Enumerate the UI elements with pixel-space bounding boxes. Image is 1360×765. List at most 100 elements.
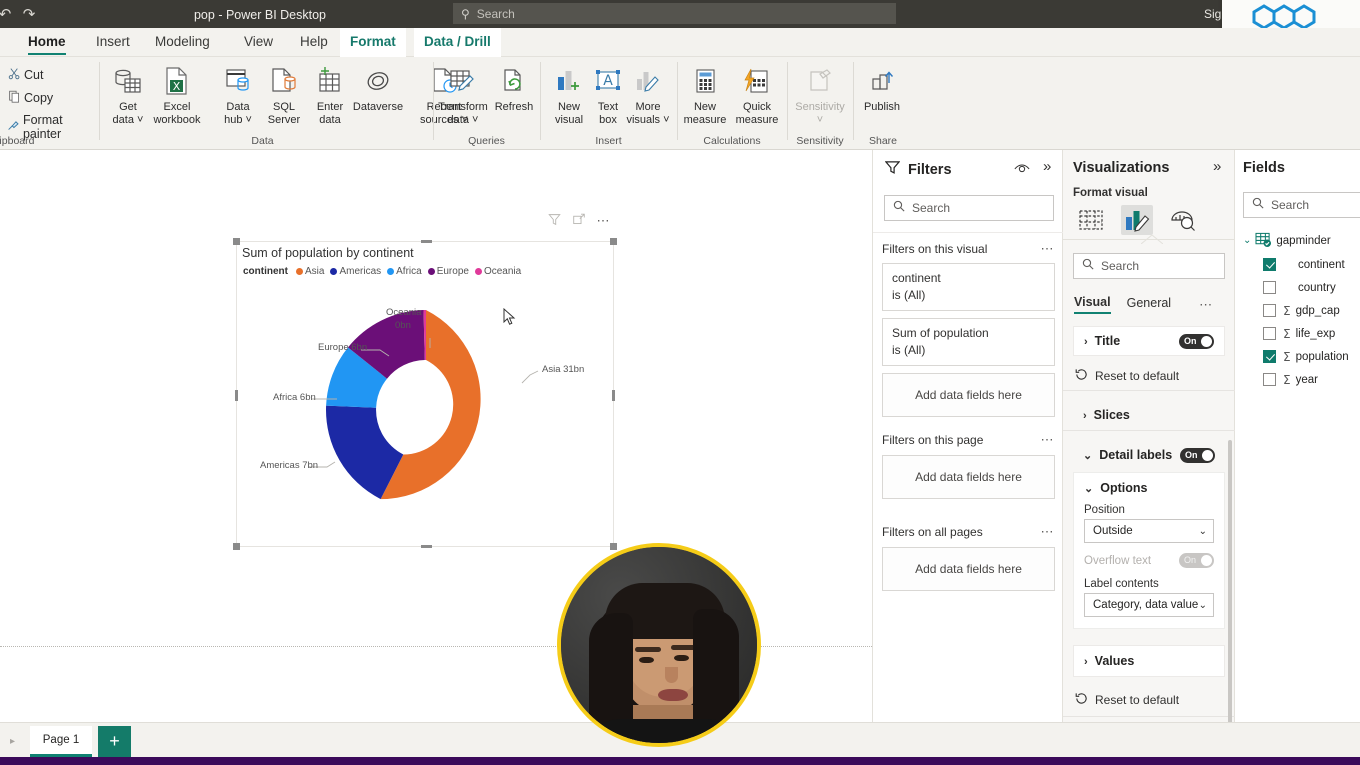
filter-icon[interactable] — [547, 213, 561, 231]
filter-card-continent[interactable]: continent is (All) — [882, 263, 1055, 311]
filters-page-menu-icon[interactable]: ⋯ — [1041, 432, 1056, 448]
sigma-icon: Σ — [1283, 372, 1291, 387]
queries-group-label: Queries — [468, 135, 505, 147]
format-section-title[interactable]: › Title On — [1073, 326, 1225, 356]
add-page-button[interactable]: + — [98, 726, 131, 757]
reset-to-default-detail-labels[interactable]: Reset to default — [1075, 692, 1179, 708]
resize-handle-tr[interactable] — [610, 238, 617, 245]
tab-visual[interactable]: Visual — [1074, 295, 1111, 314]
tab-help[interactable]: Help — [290, 28, 338, 57]
search-icon — [893, 199, 905, 217]
resize-handle-right[interactable] — [612, 390, 615, 401]
format-section-detail-labels[interactable]: ⌄ Detail labels On — [1073, 440, 1225, 470]
field-row-continent[interactable]: continent — [1263, 253, 1345, 276]
resize-handle-left[interactable] — [235, 390, 238, 401]
filters-visual-dropzone[interactable]: Add data fields here — [882, 373, 1055, 417]
resize-handle-top[interactable] — [421, 240, 432, 243]
redo-icon[interactable]: ↷ — [20, 5, 38, 23]
tab-modeling[interactable]: Modeling — [145, 28, 220, 57]
format-visual-icon[interactable] — [1121, 205, 1153, 235]
field-row-population[interactable]: Σ population — [1263, 345, 1349, 368]
field-checkbox-life-exp[interactable] — [1263, 327, 1276, 340]
field-checkbox-country[interactable] — [1263, 281, 1276, 294]
legend-item-asia[interactable]: Asia — [296, 266, 324, 277]
visualizations-search-input[interactable]: Search — [1073, 253, 1225, 279]
collapse-visualizations-icon[interactable]: » — [1213, 158, 1221, 175]
tab-data-drill[interactable]: Data / Drill — [414, 28, 501, 57]
visualizations-pane-scrollbar[interactable] — [1228, 440, 1232, 740]
resize-handle-tl[interactable] — [233, 238, 240, 245]
copy-button[interactable]: Copy — [4, 90, 53, 106]
undo-icon[interactable]: ↶ — [0, 5, 14, 23]
legend-item-africa[interactable]: Africa — [387, 266, 422, 277]
fields-table-gapminder[interactable]: ⌄ gapminder — [1243, 229, 1331, 252]
page-tab-page-1[interactable]: Page 1 — [30, 726, 92, 757]
chevron-right-icon[interactable]: ▸ — [10, 736, 15, 747]
format-section-slices[interactable]: › Slices — [1073, 400, 1225, 430]
format-tabs-menu-icon[interactable]: ⋯ — [1199, 297, 1214, 313]
resize-handle-bl[interactable] — [233, 543, 240, 550]
new-measure-label1: New — [693, 101, 716, 113]
tab-view[interactable]: View — [234, 28, 283, 57]
sign-in-button[interactable]: Sig — [1204, 7, 1221, 21]
field-checkbox-population[interactable] — [1263, 350, 1276, 363]
overflow-text-toggle[interactable]: On — [1179, 553, 1214, 568]
detail-labels-toggle[interactable]: On — [1180, 447, 1215, 463]
format-section-values[interactable]: › Values — [1073, 645, 1225, 677]
cut-button[interactable]: Cut — [4, 67, 43, 83]
tab-general[interactable]: General — [1127, 296, 1171, 313]
options-subsection[interactable]: ⌄ Options — [1084, 481, 1214, 495]
transform-data-button[interactable]: Transform data ˅ — [434, 63, 492, 126]
focus-mode-icon[interactable] — [572, 213, 586, 231]
analytics-icon[interactable] — [1167, 205, 1199, 235]
dataverse-button[interactable]: Dataverse — [343, 63, 413, 114]
filters-all-pages-menu-icon[interactable]: ⋯ — [1041, 524, 1056, 540]
field-row-gdp-cap[interactable]: Σ gdp_cap — [1263, 299, 1340, 322]
legend-item-americas[interactable]: Americas — [330, 266, 381, 277]
excel-workbook-button[interactable]: X Excel workbook — [146, 63, 208, 126]
publish-button[interactable]: Publish — [854, 63, 910, 114]
field-row-country[interactable]: country — [1263, 276, 1336, 299]
refresh-button[interactable]: Refresh — [488, 63, 540, 114]
quick-measure-button[interactable]: Quick measure — [730, 63, 784, 126]
filters-visual-menu-icon[interactable]: ⋯ — [1041, 241, 1056, 257]
field-checkbox-gdp-cap[interactable] — [1263, 304, 1276, 317]
field-row-life-exp[interactable]: Σ life_exp — [1263, 322, 1335, 345]
resize-handle-bottom[interactable] — [421, 545, 432, 548]
calculations-group-label: Calculations — [703, 135, 761, 147]
ribbon-tab-strip: Home Insert Modeling View Help Format Da… — [0, 28, 1360, 57]
position-dropdown[interactable]: Outside ⌄ — [1084, 519, 1214, 543]
field-row-year[interactable]: Σ year — [1263, 368, 1318, 391]
field-checkbox-continent[interactable] — [1263, 258, 1276, 271]
legend-item-oceania[interactable]: Oceania — [474, 266, 521, 277]
filters-page-dropzone[interactable]: Add data fields here — [882, 455, 1055, 499]
filters-page-section-label: Filters on this page — [882, 433, 984, 447]
more-options-icon[interactable]: ⋯ — [597, 213, 612, 231]
tab-format[interactable]: Format — [340, 28, 406, 57]
filters-all-pages-dropzone[interactable]: Add data fields here — [882, 547, 1055, 591]
eye-icon[interactable] — [1014, 162, 1030, 180]
label-contents-dropdown[interactable]: Category, data value ⌄ — [1084, 593, 1214, 617]
donut-svg[interactable] — [237, 282, 615, 546]
chevron-down-icon[interactable]: ⌄ — [1243, 235, 1251, 246]
reset-to-default-title[interactable]: Reset to default — [1075, 368, 1179, 384]
reset-icon — [1075, 368, 1088, 384]
build-visual-icon[interactable] — [1075, 205, 1107, 235]
sensitivity-button[interactable]: Sensitivity ˅ — [790, 63, 850, 126]
new-measure-button[interactable]: New measure — [678, 63, 732, 126]
field-checkbox-year[interactable] — [1263, 373, 1276, 386]
title-toggle[interactable]: On — [1179, 333, 1214, 349]
field-label-country: country — [1298, 281, 1336, 294]
donut-chart-visual[interactable]: ⋯ Sum of population by continent contine… — [233, 213, 617, 550]
filter-card-population[interactable]: Sum of population is (All) — [882, 318, 1055, 366]
global-search-input[interactable]: ⚲ Search — [453, 3, 896, 24]
legend-item-europe[interactable]: Europe — [427, 266, 469, 277]
filters-search-input[interactable]: Search — [884, 195, 1054, 221]
fields-search-input[interactable]: Search — [1243, 192, 1360, 218]
fields-search-placeholder: Search — [1271, 198, 1310, 212]
collapse-filters-icon[interactable]: » — [1043, 158, 1051, 175]
more-visuals-button[interactable]: More visuals ˅ — [617, 63, 679, 126]
excel-icon: X — [146, 63, 208, 99]
tab-home[interactable]: Home — [18, 28, 76, 57]
tab-insert[interactable]: Insert — [86, 28, 140, 57]
